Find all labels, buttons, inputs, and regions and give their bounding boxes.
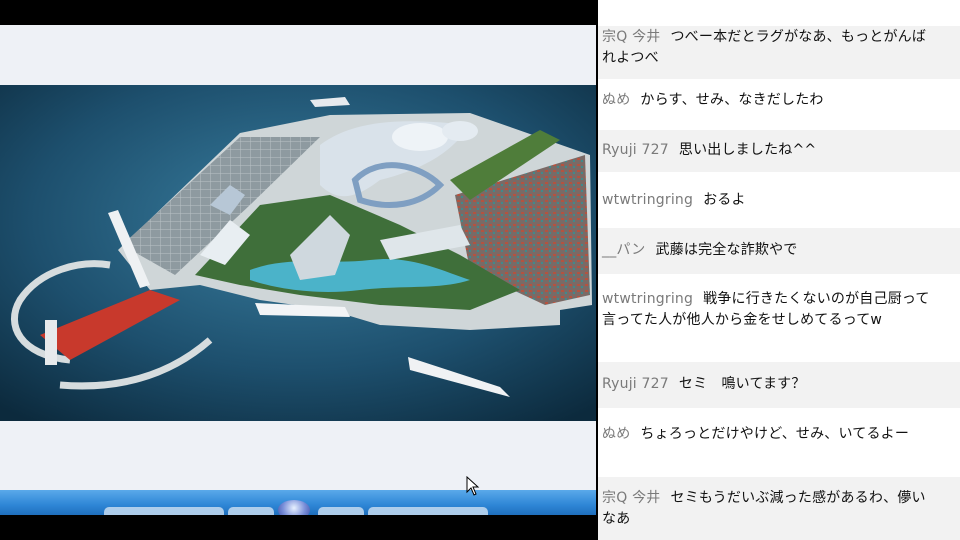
chat-message: Ryuji 727 セミ 鳴いてます？ [598,362,960,408]
taskbar-item[interactable] [318,507,364,515]
chat-message: ぬめ からす、せみ、なきだしたわ [598,90,960,120]
chat-panel: 宗Q 今井 つべー本だとラグがなあ、もっとがんばれよつべ ぬめ からす、せみ、なきだ… [598,0,960,540]
chat-text: 思い出しましたね^^ [678,142,817,158]
chat-message: wtwtringring 戦争に行きたくないのが自己厨って言ってた人が他人から金を… [598,289,960,359]
chat-text: おるよ [703,192,746,208]
chat-author: __パン [602,242,646,258]
chat-message: wtwtringring おるよ [598,190,960,220]
chat-message: 宗Q 今井 つべー本だとラグがなあ、もっとがんばれよつべ [598,26,960,79]
chat-author: ぬめ [602,92,631,108]
taskbar-item[interactable] [228,507,274,515]
chat-text: セミ 鳴いてます？ [678,376,806,392]
chat-message: Ryuji 727 思い出しましたね^^ [598,130,960,172]
chat-text: ちょろっとだけやけど、せみ、いてるよー [640,426,910,442]
video-pane [0,0,596,540]
chat-author: ぬめ [602,426,631,442]
chat-text: 武藤は完全な詐欺やで [655,242,798,258]
chat-message: __パン 武藤は完全な詐欺やで [598,228,960,274]
chat-author: 宗Q 今井 [602,29,661,45]
windows-orb-icon[interactable] [278,500,310,515]
chat-author: 宗Q 今井 [602,490,661,506]
chat-author: wtwtringring [602,192,694,208]
shared-screen [0,25,596,515]
chat-message: 宗Q 今井 セミもうだいぶ減った感があるわ、儚いなあ [598,477,960,540]
taskbar-item[interactable] [104,507,224,515]
chat-text: からす、せみ、なきだしたわ [640,92,824,108]
mouse-pointer-icon [466,476,480,496]
chat-author: Ryuji 727 [602,376,669,392]
taskbar-item[interactable] [368,507,488,515]
chat-author: wtwtringring [602,291,694,307]
chat-message: ぬめ ちょろっとだけやけど、せみ、いてるよー [598,424,960,474]
chat-author: Ryuji 727 [602,142,669,158]
island-rendering-image [0,85,596,421]
taskbar [0,490,596,515]
